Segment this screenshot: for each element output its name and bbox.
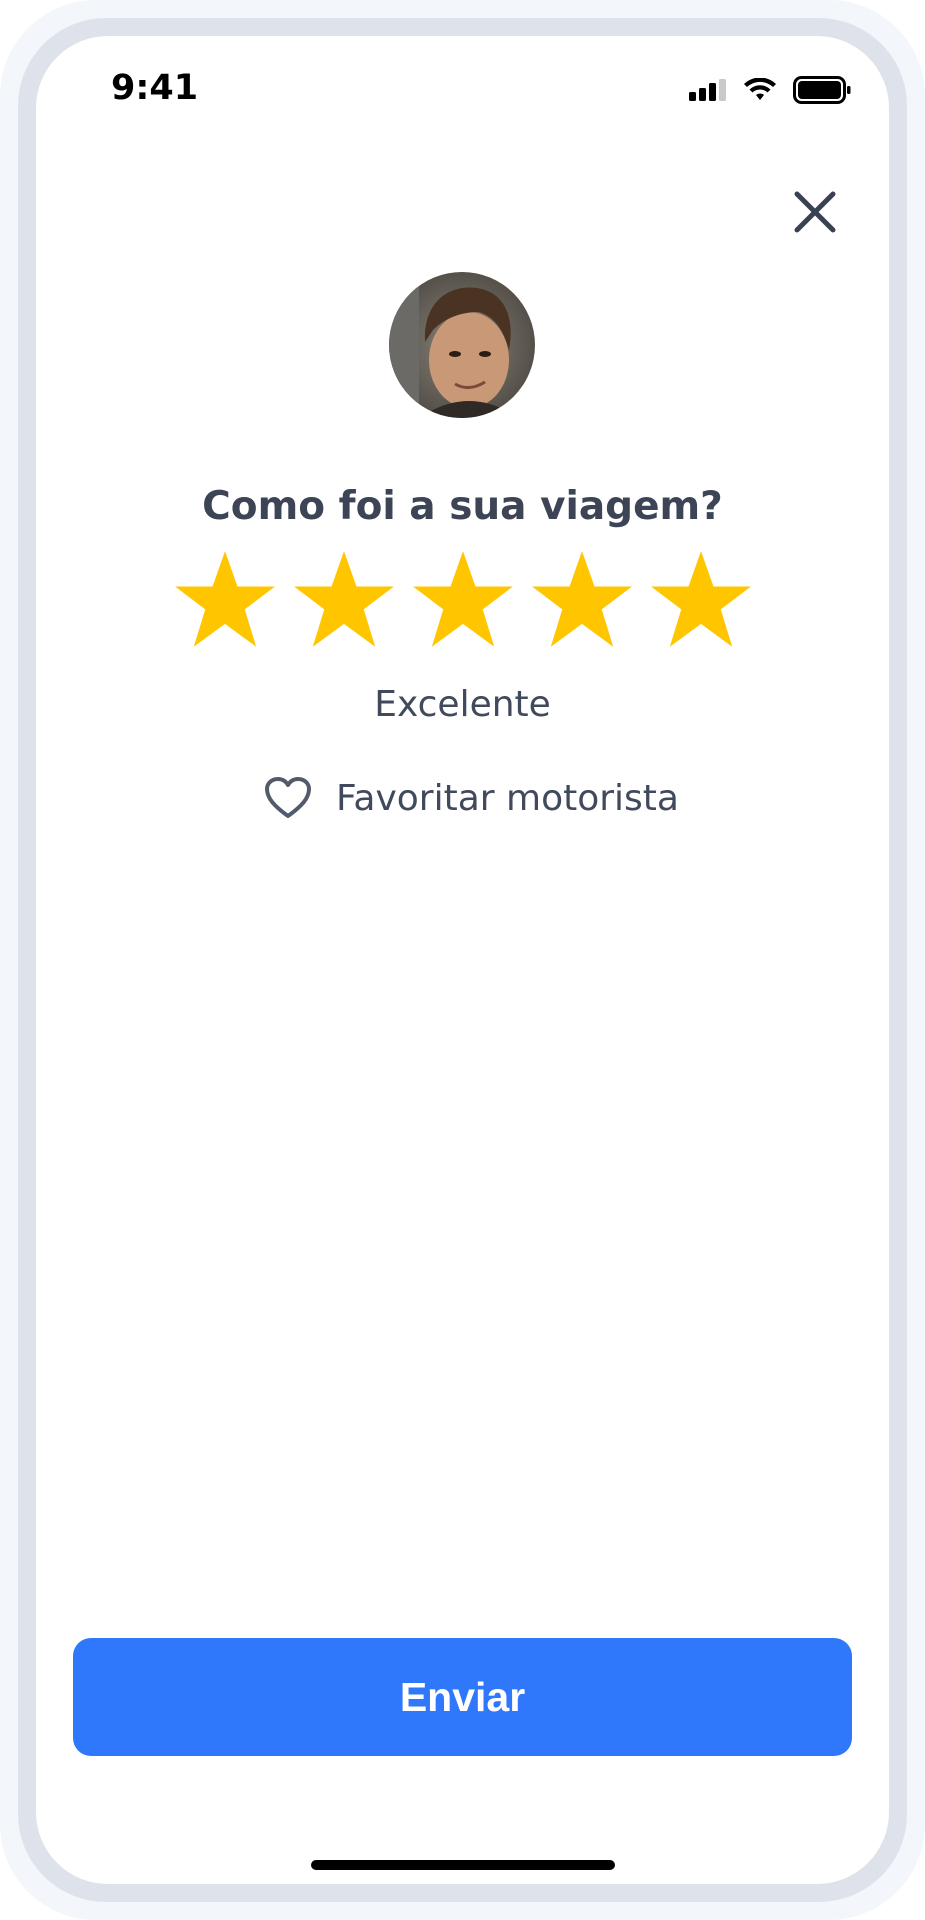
heart-icon: [265, 777, 311, 818]
battery-icon: [793, 76, 851, 104]
home-indicator[interactable]: [311, 1860, 615, 1870]
star-rating[interactable]: [173, 548, 753, 652]
star-icon-1[interactable]: [173, 548, 277, 652]
screen: 9:41 Como foi a sua viagem? Excelente Fa…: [36, 36, 889, 1884]
favorite-driver-label: Favoritar motorista: [336, 777, 679, 819]
star-icon-5[interactable]: [649, 548, 753, 652]
status-icons: [689, 76, 851, 104]
wifi-icon: [744, 78, 776, 100]
favorite-driver-toggle[interactable]: Favoritar motorista: [264, 770, 679, 826]
star-icon-3[interactable]: [411, 548, 515, 652]
star-icon-4[interactable]: [530, 548, 634, 652]
submit-button[interactable]: Enviar: [73, 1638, 852, 1756]
rating-question: Como foi a sua viagem?: [202, 484, 723, 529]
signal-icon: [689, 79, 726, 101]
status-time: 9:41: [111, 68, 199, 108]
driver-avatar: [389, 272, 535, 418]
star-icon-2[interactable]: [292, 548, 396, 652]
close-icon: [794, 191, 836, 233]
rating-label: Excelente: [374, 684, 551, 725]
close-button[interactable]: [783, 180, 847, 244]
